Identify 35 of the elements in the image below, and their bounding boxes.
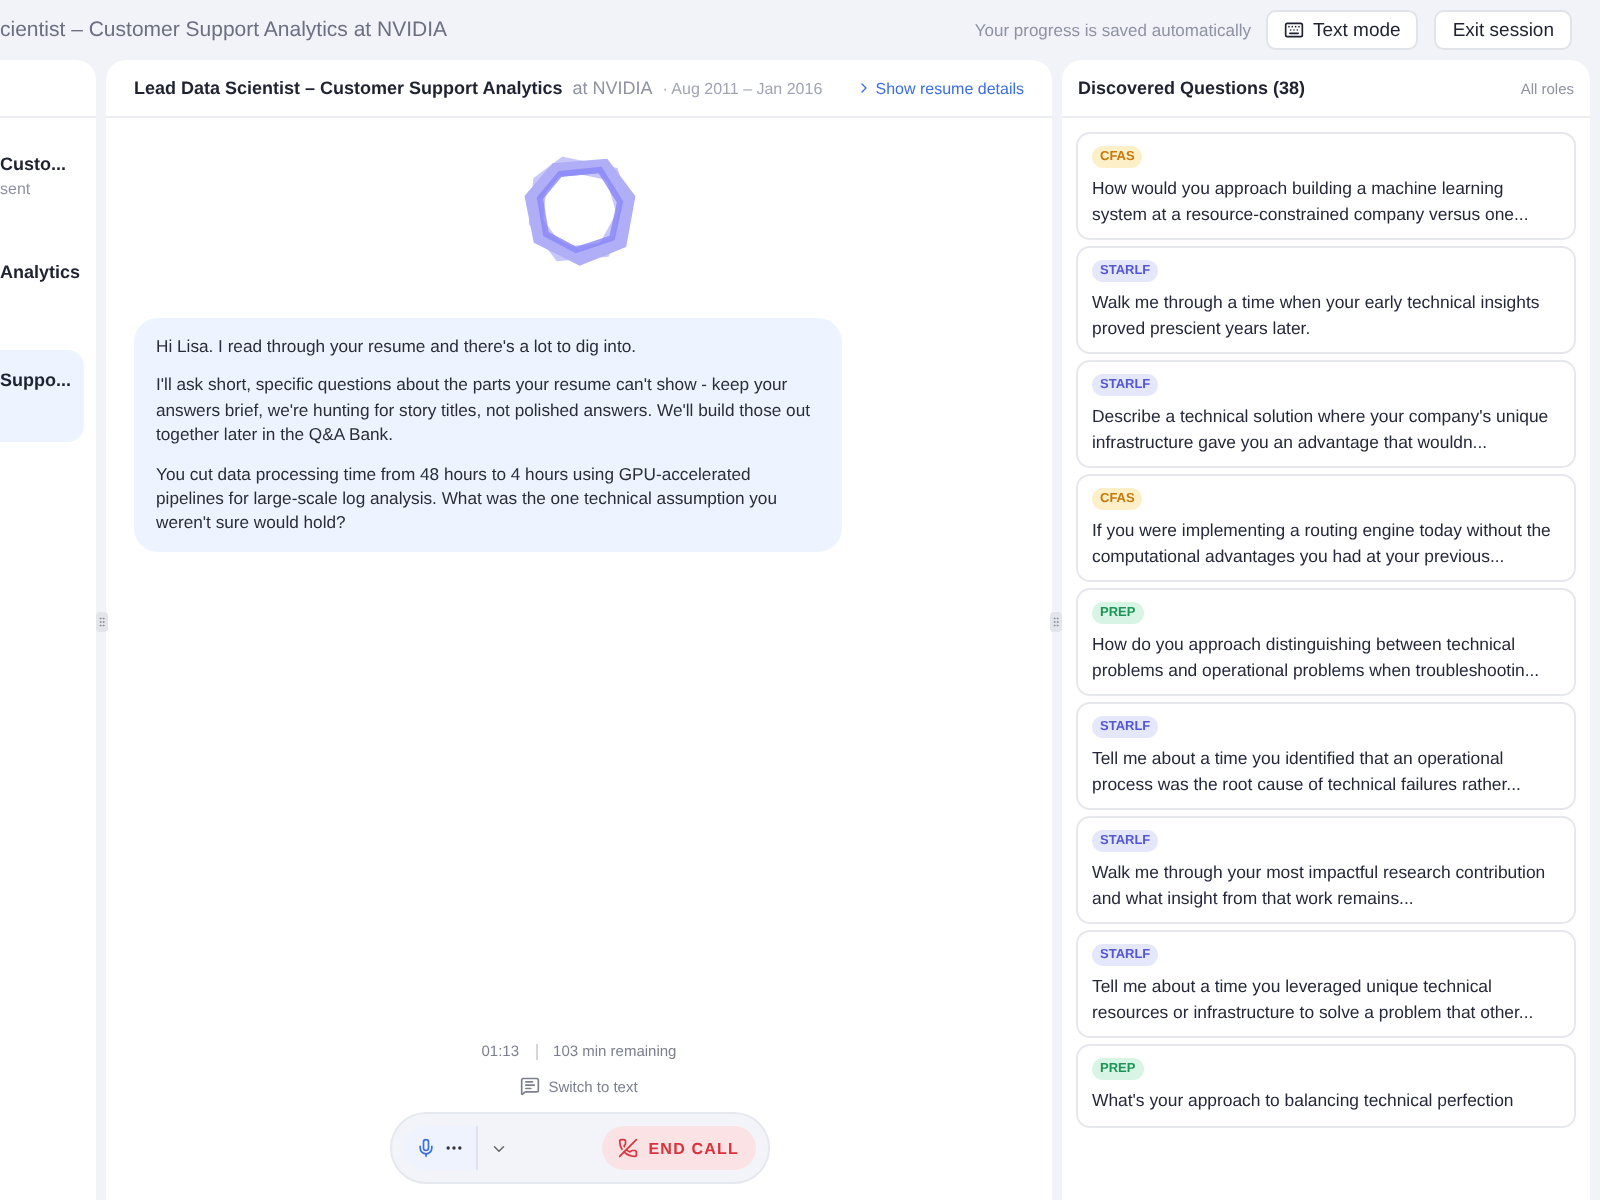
keyboard-icon [1284, 20, 1305, 40]
question-text: Tell me about a time you identified that an operational process was the root cause of technical failures rather... [1092, 746, 1523, 796]
autosave-note: Your progress is saved automatically [974, 20, 1251, 40]
message-text: I'll ask short, specific questions about the parts your resume can't show - keep your answers brief, we're hunting for story titles, not polished answers. We'll build those out together later in the Q&A Bank. [156, 372, 812, 448]
text-mode-button[interactable]: Text mode [1266, 10, 1419, 50]
sidebar-item[interactable]: Analytics [0, 242, 84, 334]
role-title: Lead Data Scientist – Customer Support Analytics [134, 78, 563, 98]
question-text: If you were implementing a routing engine today without the computational advantages you had at your previous... [1092, 518, 1553, 568]
role-dates: · Aug 2011 – Jan 2016 [662, 79, 825, 97]
question-text: Walk me through your most impactful research contribution and what insight from that work remains... [1092, 860, 1548, 910]
role-title: Suppo... [0, 370, 73, 390]
microphone-icon [415, 1138, 435, 1158]
role-title: Custo... [0, 154, 68, 174]
question-text: What's your approach to balancing technical perfection [1092, 1088, 1516, 1113]
message-icon [520, 1076, 541, 1096]
questions-title: Discovered Questions (38) [1078, 78, 1306, 98]
sidebar-item[interactable]: Suppo... [0, 350, 84, 442]
role-dates: sent [0, 180, 33, 198]
page-title: cientist – Customer Support Analytics at NVIDIA [0, 18, 450, 42]
company-name: at NVIDIA [572, 78, 653, 98]
question-text: Describe a technical solution where your company's unique infrastructure gave you an advantage that wouldn... [1092, 404, 1551, 454]
question-text: Tell me about a time you leveraged unique technical resources or infrastructure to solve a problem that other... [1092, 974, 1536, 1024]
question-text: How would you approach building a machine learning system at a resource-constrained company versus one... [1092, 176, 1531, 226]
exit-button[interactable]: Exit session [1434, 10, 1572, 50]
phone-off-icon [618, 1138, 639, 1158]
question-text: How do you approach distinguishing between technical problems and operational problems when troubleshootin... [1092, 632, 1542, 682]
question-text: Walk me through a time when your early technical insights proved prescient years later. [1092, 290, 1542, 340]
resize-handle[interactable] [96, 612, 108, 632]
resume-details-link[interactable]: Show resume details [855, 79, 1024, 97]
resize-handle[interactable] [1050, 612, 1062, 632]
end-call-button[interactable]: END CALL [602, 1126, 755, 1170]
message-text: You cut data processing time from 48 hours to 4 hours using GPU-accelerated pipelines for large-scale log analysis. What was the one technical assumption you weren't sure would hold? [156, 461, 779, 536]
sidebar-item[interactable]: Custo... sent [0, 134, 84, 226]
role-title: Analytics [0, 262, 83, 282]
message-text: Hi Lisa. I read through your resume and there's a lot to dig into. [156, 334, 639, 359]
